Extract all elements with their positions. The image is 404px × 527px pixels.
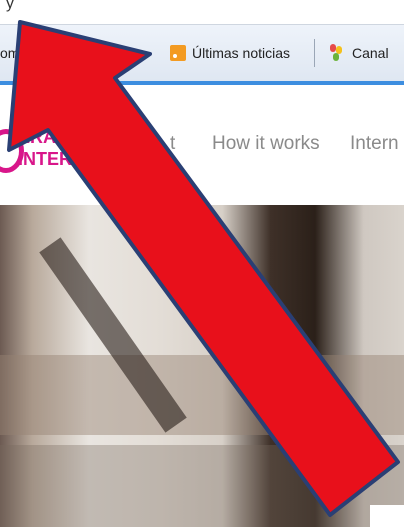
logo-line-1: ERASM <box>18 127 84 147</box>
bookmark-canal[interactable]: Canal <box>330 44 389 62</box>
rss-icon <box>170 45 186 61</box>
bookmark-firefox-left: om <box>0 45 20 61</box>
logo-line-2: INTERN <box>18 149 85 169</box>
bookmark-ultimas-noticias[interactable]: Últimas noticias <box>170 45 290 61</box>
url-bar[interactable]: y <box>0 0 404 25</box>
bookmark-label: Últimas noticias <box>192 45 291 61</box>
nav-item-how-it-works[interactable]: How it works <box>212 133 320 155</box>
url-text: y <box>6 0 14 12</box>
nav-item-intern[interactable]: Intern <box>350 133 399 155</box>
site-logo[interactable]: ERASM INTERN .org <box>0 123 110 183</box>
bookmark-firefox[interactable]: om irefox <box>0 45 128 61</box>
bookmark-firefox-right: irefox <box>93 45 128 61</box>
toolbar-separator <box>314 39 315 67</box>
nav-item-partial[interactable]: t <box>170 133 175 155</box>
canal-icon <box>330 44 344 62</box>
hero-image <box>0 205 404 527</box>
logo-suffix: .org <box>90 157 108 168</box>
bookmarks-toolbar: om irefox Últimas noticias Canal <box>0 25 404 85</box>
bookmark-label: Canal <box>352 45 389 61</box>
site-header: ERASM INTERN .org t How it works Intern <box>0 85 404 205</box>
